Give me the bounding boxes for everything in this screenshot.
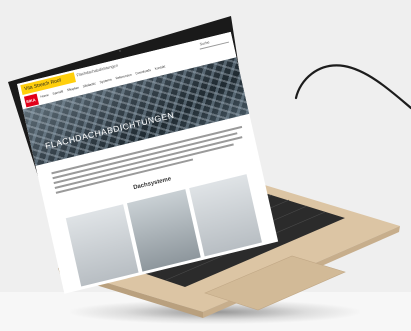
search-field[interactable]: Suche (198, 35, 230, 50)
webcam (119, 50, 121, 52)
hero-title: FLACHDACHABDICHTUNGEN (44, 109, 176, 151)
logo-text: SIKA (25, 97, 36, 105)
system-thumbnail[interactable] (127, 189, 201, 272)
system-thumbnail[interactable] (188, 174, 262, 257)
decorative-curve (294, 64, 411, 110)
search-label: Suche (199, 40, 210, 47)
system-thumbnail[interactable] (65, 204, 139, 287)
